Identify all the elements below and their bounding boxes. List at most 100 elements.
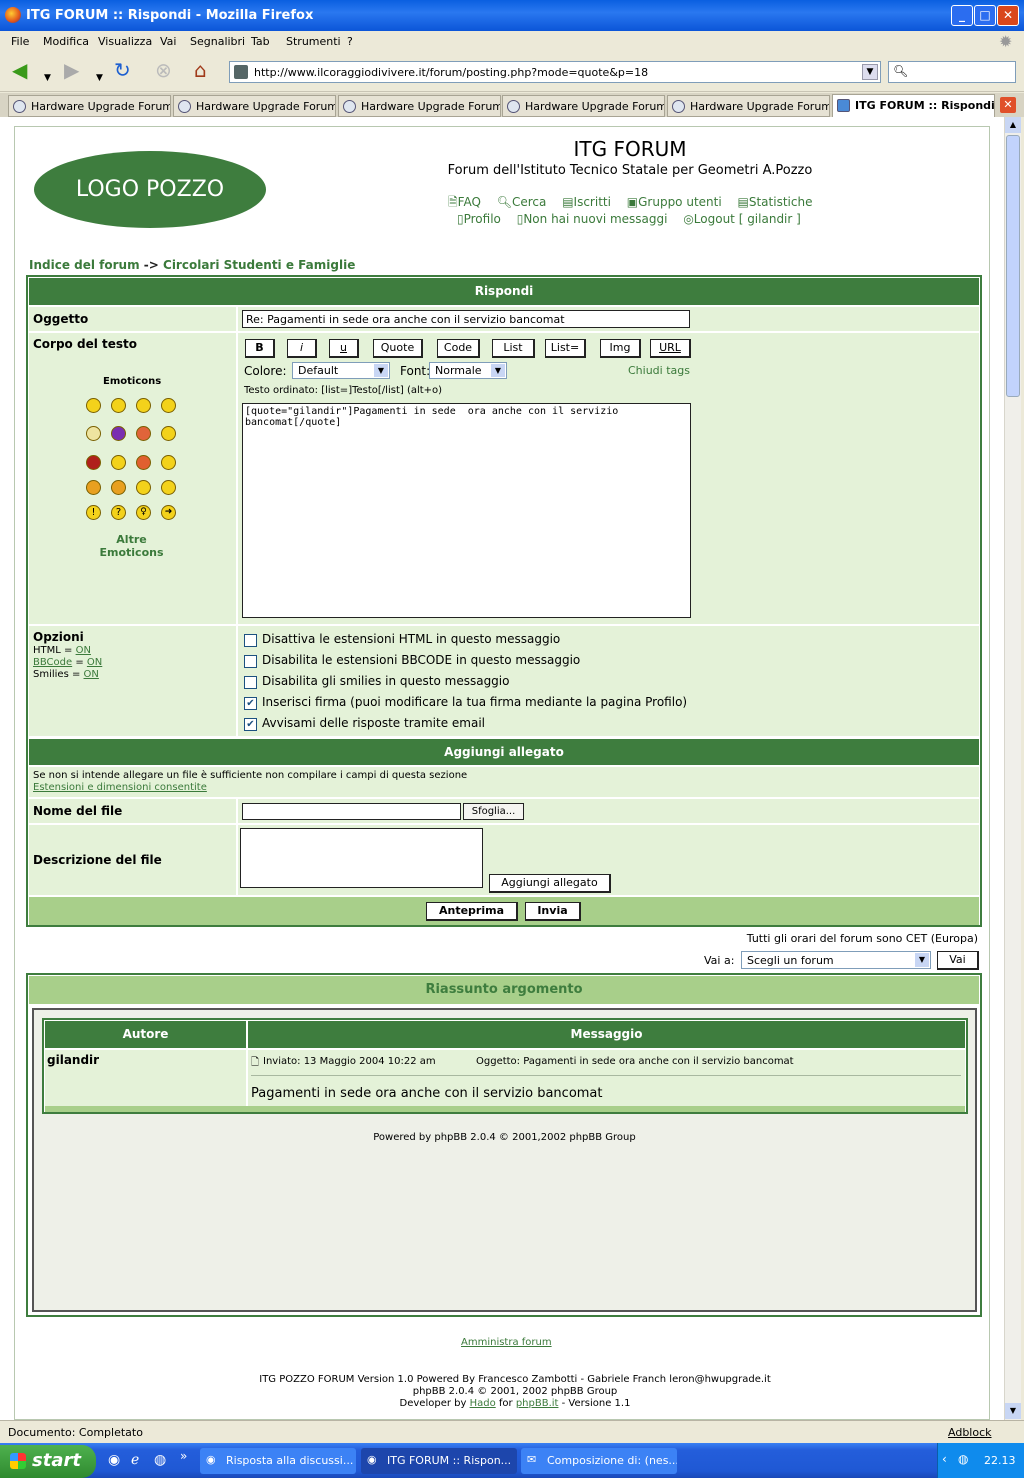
smile-icon[interactable]: [86, 398, 101, 413]
add-attachment-button[interactable]: Aggiungi allegato: [489, 874, 611, 893]
italic-button[interactable]: i: [287, 339, 317, 358]
menu-strumenti[interactable]: Strumenti: [286, 35, 341, 48]
task-3[interactable]: ✉ Composizione di: (nes...: [521, 1448, 677, 1474]
phpbbit-link[interactable]: phpBB.it: [516, 1398, 559, 1409]
task-2[interactable]: ◉ ITG FORUM :: Rispon...: [361, 1448, 517, 1474]
option-checkbox-html[interactable]: [244, 634, 257, 647]
bbcode-on-link[interactable]: ON: [87, 657, 102, 668]
menu-segnalibri[interactable]: Segnalibri: [190, 35, 245, 48]
option-checkbox-notify[interactable]: ✔: [244, 718, 257, 731]
exclaim-icon[interactable]: !: [86, 505, 101, 520]
link-cerca[interactable]: Cerca: [512, 195, 546, 209]
link-gruppo-utenti[interactable]: Gruppo utenti: [638, 195, 722, 209]
menu-tab[interactable]: Tab: [251, 35, 270, 48]
cool-icon[interactable]: [136, 426, 151, 441]
tab-4[interactable]: Hardware Upgrade Forum...: [502, 95, 665, 117]
rolleyes-icon[interactable]: [136, 480, 151, 495]
surprised-icon[interactable]: [161, 398, 176, 413]
twisted-icon[interactable]: [111, 480, 126, 495]
option-checkbox-smilies[interactable]: [244, 676, 257, 689]
message-body-textarea[interactable]: [quote="gilandir"]Pagamenti in sede ora …: [242, 403, 691, 618]
tab-5[interactable]: Hardware Upgrade Forum...: [667, 95, 830, 117]
ie-quicklaunch-icon[interactable]: ℯ: [131, 1452, 139, 1468]
idea-icon[interactable]: ♀: [136, 505, 151, 520]
app-quicklaunch-icon[interactable]: ◍: [154, 1452, 166, 1468]
send-button[interactable]: Invia: [525, 902, 581, 921]
back-dropdown-icon[interactable]: ▼: [44, 68, 51, 88]
code-button[interactable]: Code: [437, 339, 480, 358]
menu-vai[interactable]: Vai: [160, 35, 176, 48]
reload-icon[interactable]: ↻: [114, 60, 131, 80]
preview-button[interactable]: Anteprima: [426, 902, 518, 921]
back-icon[interactable]: ◀: [12, 60, 27, 80]
smile-icon[interactable]: [111, 398, 126, 413]
bbcode-link[interactable]: BBCode: [33, 657, 72, 668]
list-ordered-button[interactable]: List=: [545, 339, 586, 358]
home-icon[interactable]: ⌂: [194, 60, 207, 80]
option-checkbox-signature[interactable]: ✔: [244, 697, 257, 710]
embarrassed-icon[interactable]: [136, 455, 151, 470]
stop-icon[interactable]: ⊗: [155, 60, 172, 80]
scroll-up-icon[interactable]: ▲: [1005, 117, 1021, 133]
url-field[interactable]: http://www.ilcoraggiodivivere.it/forum/p…: [229, 61, 881, 83]
jump-select[interactable]: Scegli un forum ▼: [741, 951, 931, 969]
quote-button[interactable]: Quote: [373, 339, 423, 358]
link-iscritti[interactable]: Iscritti: [574, 195, 611, 209]
menu-modifica[interactable]: Modifica: [43, 35, 89, 48]
menu-help[interactable]: ?: [347, 35, 353, 48]
wink-icon[interactable]: [161, 480, 176, 495]
expand-quicklaunch-icon[interactable]: »: [180, 1449, 187, 1463]
menu-visualizza[interactable]: Visualizza: [98, 35, 152, 48]
url-dropdown-icon[interactable]: ▼: [862, 64, 878, 80]
laugh-icon[interactable]: [161, 426, 176, 441]
bold-button[interactable]: B: [245, 339, 275, 358]
link-profilo[interactable]: Profilo: [464, 212, 501, 226]
breadcrumb-forum[interactable]: Circolari Studenti e Famiglie: [163, 258, 355, 272]
color-select[interactable]: Default ▼: [292, 362, 390, 379]
hado-link[interactable]: Hado: [470, 1398, 496, 1409]
jump-go-button[interactable]: Vai: [937, 951, 979, 970]
crying-icon[interactable]: [161, 455, 176, 470]
underline-button[interactable]: u: [329, 339, 359, 358]
menu-file[interactable]: File: [11, 35, 29, 48]
file-description-textarea[interactable]: [240, 828, 483, 888]
confused-icon[interactable]: [111, 426, 126, 441]
maximize-button[interactable]: □: [974, 5, 996, 26]
admin-link[interactable]: Amministra forum: [461, 1337, 552, 1348]
img-button[interactable]: Img: [600, 339, 641, 358]
more-emoticons-link[interactable]: Altre Emoticons: [89, 533, 174, 559]
subject-input[interactable]: Re: Pagamenti in sede ora anche con il s…: [242, 310, 690, 328]
minimize-button[interactable]: _: [951, 5, 973, 26]
evil-icon[interactable]: [86, 480, 101, 495]
sad-icon[interactable]: [136, 398, 151, 413]
tab-active[interactable]: ITG FORUM :: Rispondi: [832, 94, 995, 117]
forward-dropdown-icon[interactable]: ▼: [96, 68, 103, 88]
firefox-quicklaunch-icon[interactable]: ◉: [108, 1452, 120, 1468]
tab-2[interactable]: Hardware Upgrade Forum...: [173, 95, 336, 117]
forward-icon[interactable]: ▶: [64, 60, 79, 80]
close-tab-icon[interactable]: ✕: [1000, 97, 1016, 113]
file-input[interactable]: [242, 803, 461, 820]
vertical-scrollbar[interactable]: ▲ ▼: [1004, 117, 1021, 1420]
tab-1[interactable]: Hardware Upgrade Forum...: [8, 95, 171, 117]
html-on-link[interactable]: ON: [76, 645, 91, 656]
search-input[interactable]: 🔍︎: [888, 61, 1016, 83]
close-tags-link[interactable]: Chiudi tags: [628, 364, 690, 377]
tray-app-icon[interactable]: ◍: [958, 1452, 968, 1466]
close-window-button[interactable]: ✕: [997, 5, 1019, 26]
font-select[interactable]: Normale ▼: [429, 362, 507, 379]
question-icon[interactable]: ?: [111, 505, 126, 520]
url-button[interactable]: URL: [650, 339, 691, 358]
tray-expand-icon[interactable]: ‹: [942, 1452, 947, 1466]
link-logout[interactable]: Logout [ gilandir ]: [694, 212, 801, 226]
razz-icon[interactable]: [111, 455, 126, 470]
link-messaggi[interactable]: Non hai nuovi messaggi: [523, 212, 667, 226]
logo[interactable]: LOGO POZZO: [34, 151, 266, 228]
browse-button[interactable]: Sfoglia...: [463, 803, 524, 820]
extensions-link[interactable]: Estensioni e dimensioni consentite: [33, 782, 207, 793]
scrollbar-thumb[interactable]: [1006, 135, 1020, 397]
mad-icon[interactable]: [86, 455, 101, 470]
start-button[interactable]: start: [0, 1445, 96, 1478]
shocked-icon[interactable]: [86, 426, 101, 441]
list-button[interactable]: List: [492, 339, 535, 358]
